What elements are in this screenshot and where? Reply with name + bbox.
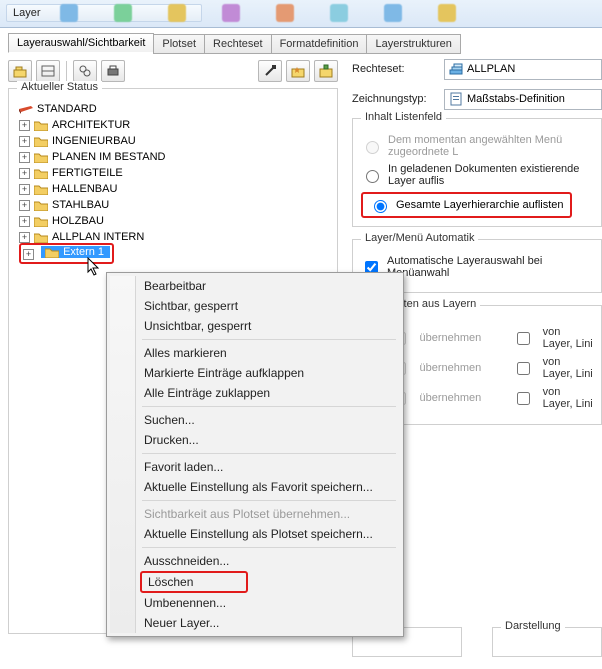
menu-unsichtbar-gesperrt[interactable]: Unsichtbar, gesperrt <box>110 316 400 336</box>
expand-icon[interactable]: + <box>19 152 30 163</box>
menu-ausschneiden[interactable]: Ausschneiden... <box>110 551 400 571</box>
tree-item-stahlbau[interactable]: + STAHLBAU <box>13 197 333 213</box>
tree-label: INGENIEURBAU <box>52 135 136 147</box>
radio-full-hierarchy-highlight: Gesamte Layerhierarchie auflisten <box>361 192 572 218</box>
radio-label: Gesamte Layerhierarchie auflisten <box>396 199 564 211</box>
tree-label: HALLENBAU <box>52 183 117 195</box>
menu-suchen[interactable]: Suchen... <box>110 410 400 430</box>
radio-label: In geladenen Dokumenten existierende Lay… <box>388 163 593 187</box>
titlebar: Layer <box>0 0 602 28</box>
doc-icon <box>449 92 463 106</box>
titlebar-icons <box>60 4 456 22</box>
stack-icon <box>449 62 463 76</box>
label-zeichnungstyp: Zeichnungstyp: <box>352 93 444 105</box>
expand-icon[interactable]: + <box>19 232 30 243</box>
checkbox-from-layer[interactable] <box>517 332 530 345</box>
menu-separator <box>142 406 396 407</box>
expand-icon[interactable]: + <box>19 216 30 227</box>
menu-alle-zuklappen[interactable]: Alle Einträge zuklappen <box>110 383 400 403</box>
tab-layerstrukturen[interactable]: Layerstrukturen <box>366 34 460 54</box>
menu-favorit-speichern[interactable]: Aktuelle Einstellung als Favorit speiche… <box>110 477 400 497</box>
menu-favorit-laden[interactable]: Favorit laden... <box>110 457 400 477</box>
tree-legend: Aktueller Status <box>17 81 102 93</box>
tab-layer-visibility[interactable]: Layerauswahl/Sichtbarkeit <box>8 33 154 53</box>
tree-item-architektur[interactable]: + ARCHITEKTUR <box>13 117 333 133</box>
context-menu: Bearbeitbar Sichtbar, gesperrt Unsichtba… <box>106 272 404 637</box>
fieldset-legend: Layer/Menü Automatik <box>361 232 478 244</box>
radio-loaded-docs[interactable]: In geladenen Dokumenten existierende Lay… <box>361 163 593 187</box>
fieldset-bottom-2: Darstellung <box>492 627 602 657</box>
selection-highlight: + Extern 1 <box>19 243 114 264</box>
tree-item-extern-1[interactable]: + Extern 1 <box>13 245 333 261</box>
menu-umbenennen[interactable]: Umbenennen... <box>110 593 400 613</box>
fieldset-listbox: Inhalt Listenfeld Dem momentan angewählt… <box>352 118 602 227</box>
expand-icon[interactable]: + <box>23 249 34 260</box>
field-value: ALLPLAN <box>467 63 515 75</box>
menu-drucken[interactable]: Drucken... <box>110 430 400 450</box>
cursor-icon <box>87 257 101 277</box>
menu-bearbeitbar[interactable]: Bearbeitbar <box>110 276 400 296</box>
menu-neuer-layer[interactable]: Neuer Layer... <box>110 613 400 633</box>
tree-label: PLANEN IM BESTAND <box>52 151 166 163</box>
checkbox-from-layer[interactable] <box>517 362 530 375</box>
tree-label: HOLZBAU <box>52 215 104 227</box>
checkbox-from-layer[interactable] <box>517 392 530 405</box>
menu-separator <box>142 547 396 548</box>
expand-icon[interactable]: + <box>19 136 30 147</box>
toolbar-btn-print[interactable] <box>101 60 125 82</box>
radio-input[interactable] <box>374 200 387 213</box>
tab-rechteset[interactable]: Rechteset <box>204 34 272 54</box>
radio-input[interactable] <box>366 170 379 183</box>
menu-alles-markieren[interactable]: Alles markieren <box>110 343 400 363</box>
toolbar-btn-2[interactable] <box>36 60 60 82</box>
toolbar-btn-fav-load[interactable] <box>286 60 310 82</box>
tree-item-holzbau[interactable]: + HOLZBAU <box>13 213 333 229</box>
tree-label: FERTIGTEILE <box>52 167 123 179</box>
expand-icon[interactable]: + <box>19 168 30 179</box>
toolbar-btn-find[interactable] <box>73 60 97 82</box>
menu-sichtbar-gesperrt[interactable]: Sichtbar, gesperrt <box>110 296 400 316</box>
menu-plotset-speichern[interactable]: Aktuelle Einstellung als Plotset speiche… <box>110 524 400 544</box>
checkbox-label: Automatische Layerauswahl bei Menüanwahl <box>387 255 593 279</box>
tree-label: STANDARD <box>37 103 97 115</box>
radio-menu-layers: Dem momentan angewählten Menü zugeordnet… <box>361 134 593 158</box>
field-value: Maßstabs-Definition <box>467 93 565 105</box>
menu-separator <box>142 453 396 454</box>
expand-icon[interactable]: + <box>19 120 30 131</box>
toolbar-btn-1[interactable] <box>8 60 32 82</box>
radio-input <box>366 141 379 154</box>
fieldset-legend: Darstellung <box>501 620 565 632</box>
tab-plotset[interactable]: Plotset <box>153 34 205 54</box>
tree-label: ALLPLAN INTERN <box>52 231 144 243</box>
label-rechteset: Rechteset: <box>352 63 444 75</box>
combo-rechteset[interactable]: ALLPLAN <box>444 59 602 80</box>
menu-markierte-aufklappen[interactable]: Markierte Einträge aufklappen <box>110 363 400 383</box>
menu-plotset-uebernehmen: Sichtbarkeit aus Plotset übernehmen... <box>110 504 400 524</box>
expand-icon[interactable]: + <box>19 184 30 195</box>
menu-separator <box>142 500 396 501</box>
toolbar-btn-fav-save[interactable] <box>314 60 338 82</box>
tab-bar: Layerauswahl/Sichtbarkeit Plotset Rechte… <box>8 32 602 52</box>
tree-item-standard[interactable]: STANDARD <box>13 101 333 117</box>
tree-item-hallenbau[interactable]: + HALLENBAU <box>13 181 333 197</box>
tree-label: ARCHITEKTUR <box>52 119 130 131</box>
tree-label: STAHLBAU <box>52 199 109 211</box>
tree-item-ingenieurbau[interactable]: + INGENIEURBAU <box>13 133 333 149</box>
fieldset-legend: Inhalt Listenfeld <box>361 111 446 123</box>
tab-formatdefinition[interactable]: Formatdefinition <box>271 34 368 54</box>
menu-separator <box>142 339 396 340</box>
combo-zeichnungstyp[interactable]: Maßstabs-Definition <box>444 89 602 110</box>
tree-item-fertigteile[interactable]: + FERTIGTEILE <box>13 165 333 181</box>
menu-loeschen[interactable]: Löschen <box>140 571 248 593</box>
toolbar-btn-eyedropper[interactable] <box>258 60 282 82</box>
expand-icon[interactable]: + <box>19 200 30 211</box>
radio-label: Dem momentan angewählten Menü zugeordnet… <box>388 134 593 158</box>
tree-item-planen[interactable]: + PLANEN IM BESTAND <box>13 149 333 165</box>
